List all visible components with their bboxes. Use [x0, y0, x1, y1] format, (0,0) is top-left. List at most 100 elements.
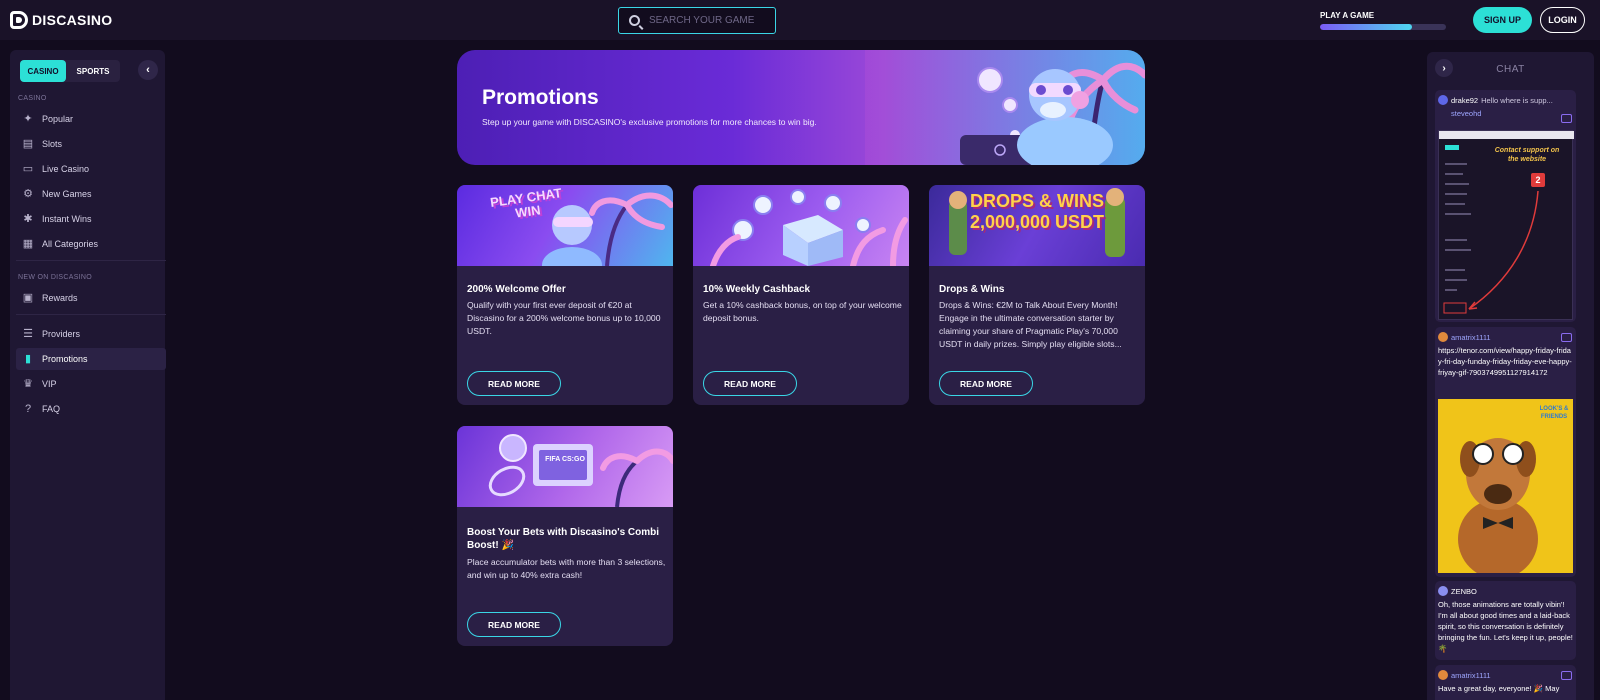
- sidebar-item-live-casino[interactable]: ▭ Live Casino: [16, 158, 166, 180]
- chevron-left-icon: ‹: [146, 64, 150, 76]
- chat-message-text: Have a great day, everyone! 🎉 May: [1438, 684, 1560, 693]
- hero-subtitle: Step up your game with DISCASINO's exclu…: [482, 117, 817, 127]
- promotions-icon: ▮: [24, 352, 32, 365]
- promo-card-welcome[interactable]: PLAY CHAT WIN 200% Welcome Offer Qualify…: [457, 185, 673, 405]
- sign-up-button[interactable]: SIGN UP: [1473, 7, 1532, 33]
- tab-casino[interactable]: CASINO: [20, 60, 66, 82]
- chat-title: CHAT: [1496, 64, 1525, 75]
- sidebar-item-label: Promotions: [42, 354, 88, 364]
- collapse-sidebar-button[interactable]: ‹: [138, 60, 158, 80]
- promo-card-description: Drops & Wins: €2M to Talk About Every Mo…: [939, 300, 1122, 349]
- sidebar-item-providers[interactable]: ☰ Providers: [16, 323, 166, 345]
- chat-message-header: amatrix1111: [1435, 665, 1576, 680]
- promo-card-image-text: FIFA CS:GO: [545, 456, 585, 463]
- divider: [16, 260, 166, 261]
- grid-icon: ▦: [22, 237, 34, 250]
- search-icon: [629, 15, 640, 26]
- reply-icon[interactable]: [1561, 671, 1572, 680]
- sidebar-item-label: Rewards: [42, 293, 78, 303]
- promo-card-title: Drops & Wins: [939, 284, 1005, 295]
- sidebar-item-label: Slots: [42, 139, 63, 149]
- read-more-button[interactable]: READ MORE: [467, 371, 561, 396]
- avatar: [1438, 586, 1448, 596]
- promo-card-description: Qualify with your first ever deposit of …: [467, 300, 661, 336]
- read-more-button[interactable]: READ MORE: [939, 371, 1033, 396]
- promo-card-description: Get a 10% cashback bonus, on top of your…: [703, 300, 902, 323]
- reply-icon[interactable]: [1561, 114, 1572, 123]
- sidebar-item-promotions[interactable]: ▮ Promotions: [16, 348, 166, 370]
- chat-message: drake92 Hello where is supp... steveohd …: [1435, 90, 1576, 322]
- login-button[interactable]: LOGIN: [1540, 7, 1585, 33]
- crown-icon: ♛: [23, 377, 33, 390]
- read-more-button[interactable]: READ MORE: [467, 612, 561, 637]
- promo-card-drops-wins[interactable]: DROPS & WINS 2,000,000 USDT Drops & Wins…: [929, 185, 1145, 405]
- left-sidebar: CASINO SPORTS ‹ CASINO ✦ Popular ▤ Slots…: [10, 50, 166, 700]
- sidebar-item-rewards[interactable]: ▣ Rewards: [16, 287, 166, 309]
- reply-text: Hello where is supp...: [1481, 95, 1553, 105]
- chat-username[interactable]: amatrix1111: [1451, 671, 1491, 680]
- promo-card-image: [693, 185, 909, 266]
- chat-message: ZENBO Oh, those animations are totally v…: [1435, 581, 1576, 660]
- divider: [16, 314, 166, 315]
- chat-screenshot-image[interactable]: Contact support on the website 2: [1438, 130, 1574, 320]
- sidebar-item-instant-wins[interactable]: ✱ Instant Wins: [16, 208, 166, 230]
- chat-message-text: Oh, those animations are totally vibin'!…: [1438, 600, 1573, 653]
- sidebar-item-new-games[interactable]: ⚙ New Games: [16, 183, 166, 205]
- promo-card-image-text: DROPS & WINS 2,000,000 USDT: [969, 191, 1105, 232]
- sidebar-item-popular[interactable]: ✦ Popular: [16, 108, 166, 130]
- reply-username: drake92: [1451, 95, 1479, 105]
- reply-preview[interactable]: drake92 Hello where is supp...: [1435, 90, 1576, 105]
- gift-box-illustration: [710, 189, 908, 266]
- chat-username[interactable]: steveohd: [1451, 109, 1481, 118]
- section-label-casino: CASINO: [18, 95, 47, 102]
- chat-gif-image[interactable]: LOOK'S & FRIENDS: [1438, 399, 1573, 577]
- sidebar-item-vip[interactable]: ♛ VIP: [16, 373, 166, 395]
- promo-card-combi-boost[interactable]: FIFA CS:GO Boost Your Bets with Discasin…: [457, 426, 673, 646]
- sidebar-item-label: Providers: [42, 329, 81, 339]
- dog-illustration: [1458, 438, 1538, 577]
- logo-text: DISCASINO: [32, 12, 113, 28]
- esports-illustration: [488, 434, 673, 507]
- sidebar-item-label: New Games: [42, 189, 92, 199]
- hero-monkey-illustration: [865, 50, 1145, 165]
- section-label-new: NEW ON DISCASINO: [18, 274, 93, 281]
- chat-username[interactable]: ZENBO: [1451, 587, 1477, 596]
- page-title: Promotions: [482, 86, 599, 109]
- sidebar-item-label: All Categories: [42, 239, 99, 249]
- promo-card-title: 10% Weekly Cashback: [703, 284, 811, 295]
- search-box[interactable]: [618, 7, 776, 34]
- play-a-game-label: PLAY A GAME: [1320, 11, 1375, 20]
- sidebar-item-label: Popular: [42, 114, 74, 124]
- new-games-icon: ⚙: [23, 187, 33, 200]
- chat-message-text[interactable]: https://tenor.com/view/happy-friday-frid…: [1435, 342, 1576, 378]
- live-icon: ▭: [22, 162, 34, 175]
- read-more-button[interactable]: READ MORE: [703, 371, 797, 396]
- promo-card-image: FIFA CS:GO: [457, 426, 673, 507]
- promotions-hero-banner: Promotions Step up your game with DISCAS…: [457, 50, 1145, 165]
- sidebar-item-label: VIP: [42, 379, 57, 389]
- play-a-game-progress[interactable]: PLAY A GAME: [1320, 11, 1446, 30]
- search-input[interactable]: [649, 15, 769, 26]
- progress-track: [1320, 24, 1446, 30]
- avatar: [1438, 332, 1448, 342]
- sidebar-item-slots[interactable]: ▤ Slots: [16, 133, 166, 155]
- gif-badge: LOOK'S & FRIENDS: [1539, 406, 1569, 420]
- chat-username[interactable]: amatrix1111: [1451, 333, 1491, 342]
- chat-message-header: ZENBO: [1435, 581, 1576, 596]
- avatar: [1438, 670, 1448, 680]
- chat-panel: › CHAT drake92 Hello where is supp... st…: [1427, 52, 1594, 700]
- logo[interactable]: DISCASINO: [10, 11, 113, 29]
- logo-icon: [10, 11, 28, 29]
- sidebar-item-all-categories[interactable]: ▦ All Categories: [16, 233, 166, 255]
- reply-icon[interactable]: [1561, 333, 1572, 342]
- promo-card-image: DROPS & WINS 2,000,000 USDT: [929, 185, 1145, 266]
- chat-message-header: amatrix1111: [1435, 327, 1576, 342]
- tab-sports[interactable]: SPORTS: [66, 60, 120, 82]
- sidebar-item-label: Live Casino: [42, 164, 90, 174]
- promo-card-cashback[interactable]: 10% Weekly Cashback Get a 10% cashback b…: [693, 185, 909, 405]
- top-bar: DISCASINO PLAY A GAME SIGN UP LOGIN: [0, 0, 1600, 40]
- question-icon: ?: [24, 402, 32, 415]
- sidebar-item-faq[interactable]: ? FAQ: [16, 398, 166, 420]
- gift-icon: ▣: [22, 291, 34, 304]
- casino-sports-switch: CASINO SPORTS: [20, 60, 120, 82]
